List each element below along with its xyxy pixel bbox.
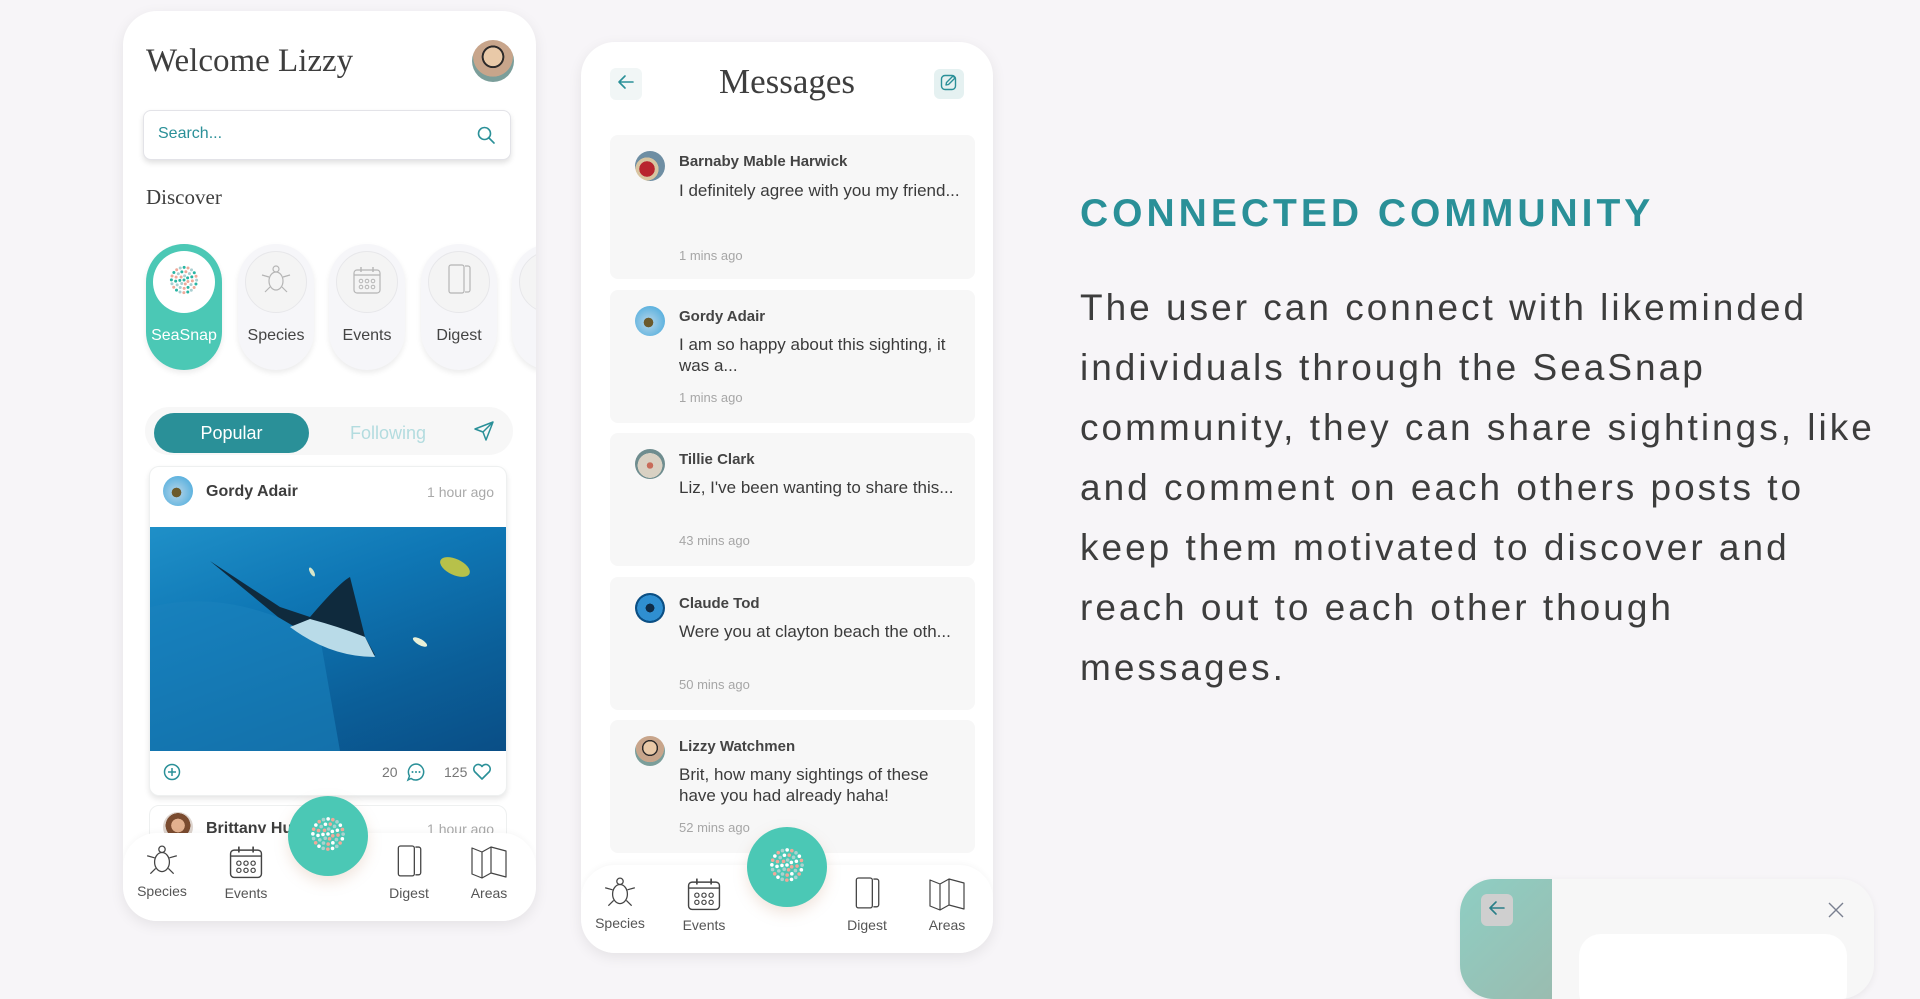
message-item[interactable]: Tillie Clark Liz, I've been wanting to s… [610, 433, 975, 566]
seasnap-fab[interactable] [288, 796, 368, 876]
chip-more[interactable] [512, 244, 536, 370]
detail-screen-preview [1460, 879, 1874, 999]
message-time: 52 mins ago [679, 820, 750, 835]
turtle-icon [585, 875, 655, 911]
seasnap-logo-icon [164, 260, 204, 305]
message-preview: I am so happy about this sighting, it wa… [679, 335, 946, 375]
turtle-icon [127, 843, 197, 879]
home-screen: Welcome Lizzy Discover SeaSnap Species E… [123, 11, 536, 921]
page-title: Messages [718, 62, 856, 101]
post-image[interactable] [150, 527, 506, 751]
nav-label: Digest [847, 917, 887, 933]
sender-avatar [635, 593, 665, 623]
chip-seasnap[interactable]: SeaSnap [146, 244, 222, 370]
send-icon[interactable] [473, 420, 495, 447]
message-item[interactable]: Gordy Adair I am so happy about this sig… [610, 290, 975, 423]
turtle-icon [259, 263, 293, 302]
chip-label: SeaSnap [151, 327, 217, 344]
map-icon [454, 843, 524, 881]
nav-events[interactable]: Events [211, 843, 281, 901]
content-card [1579, 934, 1847, 999]
discover-chips: SeaSnap Species Events Digest [146, 244, 536, 374]
discover-heading: Discover [146, 185, 222, 209]
seasnap-logo-icon [763, 841, 811, 894]
close-icon[interactable] [1827, 901, 1845, 924]
sender-avatar [635, 306, 665, 336]
nav-label: Species [137, 883, 187, 899]
chip-label: Events [342, 327, 392, 344]
nav-species[interactable]: Species [127, 843, 197, 899]
nav-label: Digest [389, 885, 429, 901]
feed-tabs: Popular Following [145, 407, 513, 455]
arrow-left-icon [1487, 898, 1507, 923]
edit-icon [940, 73, 958, 96]
search-icon[interactable] [476, 125, 496, 150]
page-title: Welcome Lizzy [146, 43, 354, 79]
message-preview: Were you at clayton beach the oth... [679, 622, 951, 641]
sender-name: Lizzy Watchmen [679, 738, 796, 755]
nav-events[interactable]: Events [669, 875, 739, 933]
message-item[interactable]: Barnaby Mable Harwick I definitely agree… [610, 135, 975, 279]
seasnap-logo-icon [304, 810, 352, 863]
message-time: 1 mins ago [679, 248, 743, 263]
nav-digest[interactable]: Digest [832, 875, 902, 933]
sender-name: Gordy Adair [679, 308, 766, 325]
sender-avatar [635, 736, 665, 766]
nav-species[interactable]: Species [585, 875, 655, 931]
compose-button[interactable] [934, 69, 964, 99]
chip-label: Digest [436, 327, 482, 344]
sender-avatar [635, 151, 665, 181]
post-time: 1 hour ago [427, 484, 494, 500]
comment-icon[interactable] [406, 762, 426, 787]
nav-label: Areas [928, 917, 966, 933]
chip-species[interactable]: Species [238, 244, 314, 370]
feature-heading: CONNECTED COMMUNITY [1080, 192, 1655, 235]
sender-name: Tillie Clark [679, 451, 755, 468]
search-input[interactable] [156, 124, 460, 144]
add-icon[interactable] [163, 763, 181, 786]
messages-screen: Messages Barnaby Mable Harwick I definit… [581, 42, 993, 953]
map-icon [912, 875, 982, 913]
post-actions: 20 125 [150, 751, 506, 795]
chip-label: Species [247, 327, 305, 344]
post-card[interactable]: Gordy Adair 1 hour ago 20 125 [149, 466, 507, 796]
profile-avatar[interactable] [472, 40, 514, 82]
back-button[interactable] [1481, 894, 1513, 926]
notebook-icon [374, 843, 444, 881]
message-time: 1 mins ago [679, 390, 743, 405]
message-time: 50 mins ago [679, 677, 750, 692]
message-item[interactable]: Claude Tod Were you at clayton beach the… [610, 577, 975, 710]
heart-icon[interactable] [472, 763, 492, 786]
tab-following[interactable]: Following [323, 413, 453, 453]
sender-name: Barnaby Mable Harwick [679, 153, 848, 170]
sender-avatar [635, 449, 665, 479]
tab-popular[interactable]: Popular [154, 413, 309, 453]
like-count: 125 [444, 764, 468, 780]
message-preview: I definitely agree with you my friend... [679, 181, 960, 200]
calendar-icon [669, 875, 739, 913]
notebook-icon [832, 875, 902, 913]
seasnap-fab[interactable] [747, 827, 827, 907]
nav-areas[interactable]: Areas [454, 843, 524, 901]
message-preview: Liz, I've been wanting to share this... [679, 478, 954, 497]
nav-label: Events [224, 885, 268, 901]
nav-areas[interactable]: Areas [912, 875, 982, 933]
message-preview: Brit, how many sightings of these have y… [679, 765, 929, 805]
calendar-icon [211, 843, 281, 881]
author-avatar[interactable] [163, 476, 193, 506]
nav-label: Areas [470, 885, 508, 901]
comment-count: 20 [382, 764, 398, 780]
sender-name: Claude Tod [679, 595, 760, 612]
search-box[interactable] [143, 110, 511, 160]
post-author[interactable]: Gordy Adair [206, 483, 298, 501]
calendar-icon [351, 264, 383, 301]
message-time: 43 mins ago [679, 533, 750, 548]
nav-digest[interactable]: Digest [374, 843, 444, 901]
feature-description: The user can connect with likeminded ind… [1080, 287, 1875, 688]
nav-label: Events [682, 917, 726, 933]
chip-events[interactable]: Events [329, 244, 405, 370]
notebook-icon [444, 263, 474, 302]
chip-digest[interactable]: Digest [421, 244, 497, 370]
nav-label: Species [595, 915, 645, 931]
